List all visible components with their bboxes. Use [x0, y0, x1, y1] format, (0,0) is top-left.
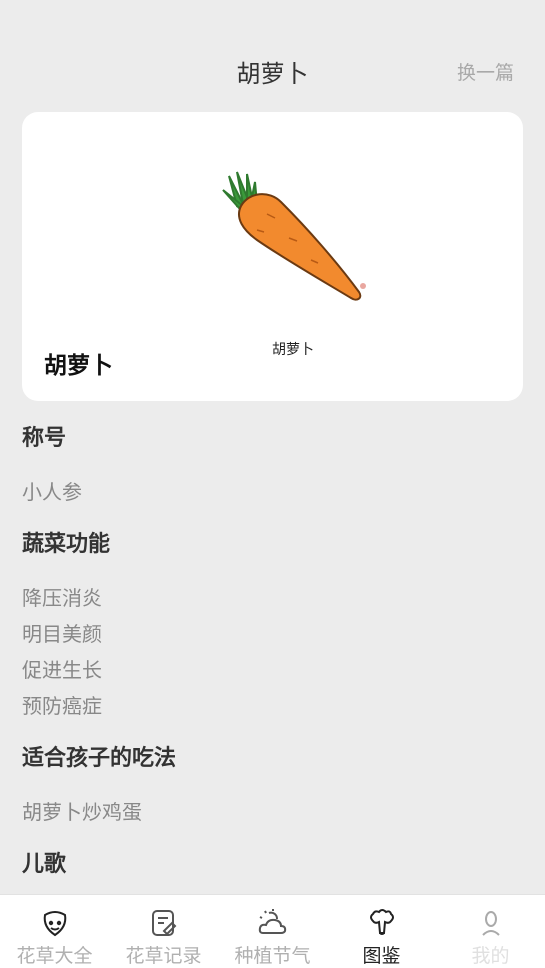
- plant-card: 胡萝卜 胡萝卜: [22, 112, 523, 401]
- switch-article-button[interactable]: 换一篇: [457, 58, 514, 85]
- tab-illustrated-guide[interactable]: 图鉴: [327, 895, 436, 968]
- tab-flower-encyclopedia[interactable]: 花草大全: [0, 895, 109, 968]
- sun-cloud-icon: [258, 909, 286, 934]
- carrot-illustration: 胡萝卜: [222, 171, 366, 358]
- section-title: 蔬菜功能: [22, 532, 111, 557]
- user-icon: [481, 911, 500, 936]
- flower-face-icon: [43, 911, 66, 937]
- section-line: 降压消炎: [22, 586, 102, 610]
- tab-planting-solar-terms[interactable]: 种植节气: [218, 895, 327, 968]
- plant-detail-page: 胡萝卜 换一篇 胡萝卜 胡萝卜 称号 小人参 蔬菜功能 降压消炎 明目美颜 促进…: [0, 0, 545, 968]
- header: 胡萝卜 换一篇: [0, 0, 545, 112]
- section-title: 儿歌: [22, 852, 67, 877]
- carrot-body: [238, 193, 362, 301]
- bottom-tab-bar: 花草大全 花草记录 种植节气 图鉴 我的: [0, 894, 545, 968]
- tab-label: 花草记录: [125, 945, 202, 967]
- plant-name: 胡萝卜: [44, 353, 113, 379]
- section-title: 适合孩子的吃法: [22, 746, 177, 771]
- carrot-caption: 胡萝卜: [272, 342, 314, 358]
- section-line: 小人参: [22, 480, 82, 504]
- section-nickname: 称号 小人参: [22, 420, 522, 510]
- edit-note-icon: [151, 910, 176, 936]
- section-line: 明目美颜: [22, 622, 102, 646]
- section-nursery-rhyme: 儿歌: [22, 846, 522, 884]
- broccoli-icon: [369, 909, 394, 935]
- section-title: 称号: [22, 426, 67, 451]
- section-functions: 蔬菜功能 降压消炎 明目美颜 促进生长 预防癌症: [22, 526, 522, 724]
- tab-flower-records[interactable]: 花草记录: [109, 895, 218, 968]
- tab-label: 种植节气: [234, 945, 311, 967]
- section-line: 预防癌症: [22, 694, 102, 718]
- tab-label: 我的: [471, 945, 510, 967]
- detail-content: 称号 小人参 蔬菜功能 降压消炎 明目美颜 促进生长 预防癌症 适合孩子的吃法 …: [22, 420, 522, 884]
- section-line: 促进生长: [22, 658, 102, 682]
- section-line: 胡萝卜炒鸡蛋: [22, 800, 142, 824]
- tab-label: 图鉴: [362, 945, 401, 967]
- tab-label: 花草大全: [16, 945, 93, 967]
- tab-mine[interactable]: 我的: [436, 895, 545, 968]
- section-kids-recipe: 适合孩子的吃法 胡萝卜炒鸡蛋: [22, 740, 522, 830]
